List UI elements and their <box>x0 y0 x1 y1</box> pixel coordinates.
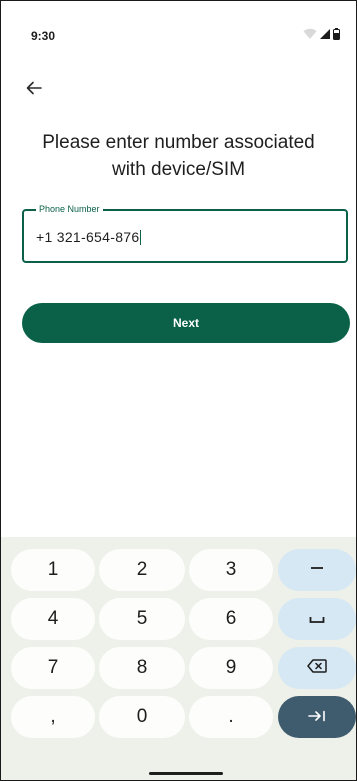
phone-number-field[interactable]: Phone Number +1 321-654-876 <box>22 204 348 263</box>
key-2[interactable]: 2 <box>99 549 185 591</box>
key-period[interactable]: . <box>189 696 273 738</box>
wifi-icon <box>303 27 317 45</box>
key-0[interactable]: 0 <box>99 696 185 738</box>
key-8[interactable]: 8 <box>99 647 185 689</box>
status-icons <box>303 27 340 45</box>
key-4[interactable]: 4 <box>11 598 95 640</box>
navigation-handle[interactable] <box>149 772 223 775</box>
backspace-key[interactable] <box>278 647 356 689</box>
back-button[interactable] <box>21 77 47 103</box>
minus-icon <box>310 559 324 581</box>
key-7[interactable]: 7 <box>11 647 95 689</box>
arrow-left-icon <box>25 79 43 102</box>
next-button[interactable]: Next <box>22 303 350 343</box>
space-icon <box>309 608 325 630</box>
phone-screen: 9:30 Please enter number associated with… <box>0 0 357 781</box>
page-title: Please enter number associated with devi… <box>42 132 315 180</box>
key-3[interactable]: 3 <box>189 549 273 591</box>
phone-number-input[interactable]: +1 321-654-876 <box>36 229 142 245</box>
text-cursor <box>140 230 142 245</box>
tab-next-icon <box>308 706 326 728</box>
minus-key[interactable] <box>278 549 356 591</box>
phone-number-label: Phone Number <box>36 204 103 215</box>
numeric-keyboard: 1 2 3 4 5 6 7 8 9 , 0 . <box>1 537 356 780</box>
battery-icon <box>333 27 340 45</box>
key-6[interactable]: 6 <box>189 598 273 640</box>
backspace-icon <box>307 657 327 679</box>
space-key[interactable] <box>278 598 356 640</box>
cellular-signal-icon <box>319 27 331 45</box>
key-1[interactable]: 1 <box>11 549 95 591</box>
key-5[interactable]: 5 <box>99 598 185 640</box>
status-bar: 9:30 <box>1 1 356 45</box>
key-9[interactable]: 9 <box>189 647 273 689</box>
next-field-key[interactable] <box>278 696 356 738</box>
phone-number-value: +1 321-654-876 <box>36 229 140 245</box>
key-comma[interactable]: , <box>11 696 95 738</box>
status-time: 9:30 <box>31 29 56 43</box>
